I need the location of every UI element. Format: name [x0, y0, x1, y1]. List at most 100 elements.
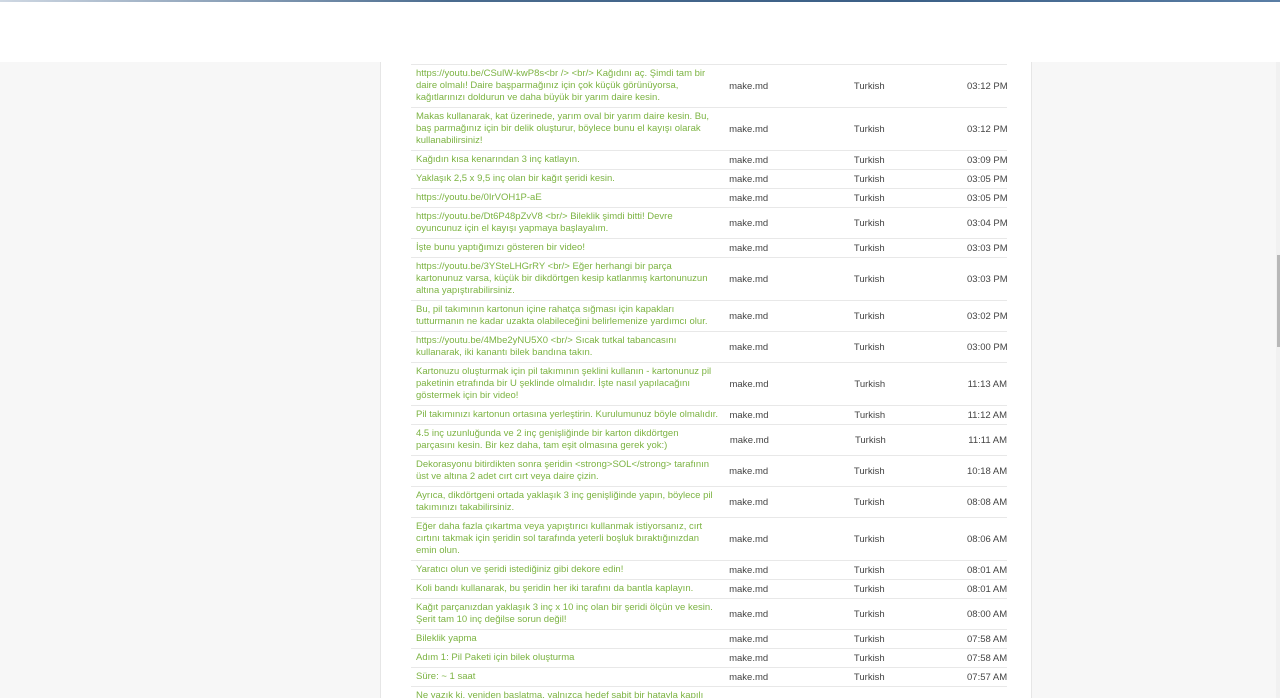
row-language: Turkish: [853, 608, 885, 620]
translations-table: kağıt hakkında endişe etmeyin.make.mdTur…: [411, 62, 1008, 698]
translations-panel: kağıt hakkında endişe etmeyin.make.mdTur…: [380, 62, 1032, 698]
row-source-text[interactable]: https://youtu.be/0IrVOH1P-aE: [411, 191, 723, 205]
table-row[interactable]: https://youtu.be/0IrVOH1P-aE make.md Turki…: [411, 189, 1008, 208]
row-time: 08:01 AM: [967, 564, 1008, 576]
row-source-text[interactable]: Süre: ~ 1 saat: [411, 670, 723, 684]
table-row[interactable]: Yaklaşık 2,5 x 9,5 inç olan bir kağıt şe…: [411, 170, 1008, 189]
row-file-name: make.md: [729, 633, 769, 645]
row-source-text[interactable]: Makas kullanarak, kat üzerinede, yarım o…: [411, 110, 723, 148]
table-row[interactable]: Yaratıcı olun ve şeridi istediğiniz gibi…: [411, 561, 1007, 580]
row-language: Turkish: [853, 310, 885, 322]
row-source-text[interactable]: https://youtu.be/CSulW-kwP8s<br /> <br/>…: [411, 67, 723, 105]
row-source-text[interactable]: Kartonuzu oluşturmak için pil takımının …: [411, 365, 723, 403]
row-time: 03:12 PM: [967, 123, 1008, 135]
row-file-name: make.md: [729, 533, 769, 545]
row-time: 11:13 AM: [967, 378, 1007, 390]
row-file-name: make.md: [729, 173, 769, 185]
row-language: Turkish: [854, 378, 886, 390]
table-row[interactable]: Ne yazık ki, yeniden başlatma, yalnızca …: [411, 687, 1007, 698]
row-file-name: make.md: [729, 671, 769, 683]
table-row[interactable]: https://youtu.be/Dt6P48pZvV8 <br/> Bilek…: [411, 208, 1008, 239]
row-source-text[interactable]: Ayrıca, dikdörtgeni ortada yaklaşık 3 in…: [411, 489, 723, 515]
row-language: Turkish: [853, 583, 885, 595]
table-row[interactable]: Adım 1: Pil Paketi için bilek oluşturma m…: [411, 649, 1007, 668]
row-file-name: make.md: [729, 154, 769, 166]
table-row[interactable]: Eğer daha fazla çıkartma veya yapıştırıc…: [411, 518, 1007, 561]
row-file-name: make.md: [729, 378, 769, 390]
row-source-text[interactable]: Yaratıcı olun ve şeridi istediğiniz gibi…: [411, 563, 723, 577]
table-row[interactable]: https://youtu.be/3YSteLHGrRY <br/> Eğer …: [411, 258, 1008, 301]
row-time: 08:06 AM: [967, 533, 1008, 545]
row-language: Turkish: [853, 154, 885, 166]
row-time: 03:04 PM: [967, 217, 1008, 229]
table-row[interactable]: https://youtu.be/CSulW-kwP8s<br /> <br/>…: [411, 65, 1008, 108]
row-source-text[interactable]: Dekorasyonu bitirdikten sonra şeridin <s…: [411, 458, 723, 484]
table-row[interactable]: Bu, pil takımının kartonun içine rahatça…: [411, 301, 1008, 332]
row-file-name: make.md: [729, 608, 769, 620]
row-language: Turkish: [854, 434, 886, 446]
row-source-text[interactable]: Pil takımınızı kartonun ortasına yerleşt…: [411, 408, 723, 422]
row-source-text[interactable]: Kağıdın kısa kenarından 3 inç katlayın.: [411, 153, 723, 167]
row-source-text[interactable]: Adım 1: Pil Paketi için bilek oluşturma: [411, 651, 723, 665]
row-source-text[interactable]: Bileklik yapma: [411, 632, 723, 646]
row-source-text[interactable]: Yaklaşık 2,5 x 9,5 inç olan bir kağıt şe…: [411, 172, 723, 186]
row-language: Turkish: [853, 652, 885, 664]
row-source-text[interactable]: Eğer daha fazla çıkartma veya yapıştırıc…: [411, 520, 723, 558]
table-row[interactable]: Makas kullanarak, kat üzerinede, yarım o…: [411, 108, 1008, 151]
row-language: Turkish: [853, 80, 885, 92]
row-source-text[interactable]: Ne yazık ki, yeniden başlatma, yalnızca …: [411, 689, 723, 698]
row-file-name: make.md: [729, 80, 769, 92]
row-file-name: make.md: [729, 273, 769, 285]
table-row[interactable]: Süre: ~ 1 saat make.md Turkish 07:57 AM: [411, 668, 1007, 687]
row-source-text[interactable]: 4.5 inç uzunluğunda ve 2 inç genişliğind…: [411, 427, 724, 453]
row-language: Turkish: [853, 465, 885, 477]
row-time: 10:18 AM: [967, 465, 1008, 477]
row-source-text[interactable]: https://youtu.be/Dt6P48pZvV8 <br/> Bilek…: [411, 210, 723, 236]
row-time: 08:01 AM: [967, 583, 1008, 595]
row-file-name: make.md: [729, 564, 769, 576]
row-file-name: make.md: [729, 123, 769, 135]
row-language: Turkish: [853, 633, 885, 645]
row-source-text[interactable]: Koli bandı kullanarak, bu şeridin her ik…: [411, 582, 723, 596]
row-file-name: make.md: [729, 242, 769, 254]
row-file-name: make.md: [729, 341, 769, 353]
row-source-text[interactable]: Kağıt parçanızdan yaklaşık 3 inç x 10 in…: [411, 601, 723, 627]
row-time: 08:00 AM: [967, 608, 1008, 620]
row-time: 03:12 PM: [967, 80, 1008, 92]
table-row[interactable]: Kağıdın kısa kenarından 3 inç katlayın. m…: [411, 151, 1008, 170]
table-row[interactable]: Kartonuzu oluşturmak için pil takımının …: [411, 363, 1007, 406]
row-time: 03:05 PM: [967, 192, 1008, 204]
row-time: 07:58 AM: [967, 652, 1008, 664]
row-file-name: make.md: [729, 217, 769, 229]
row-file-name: make.md: [729, 652, 769, 664]
row-time: 08:08 AM: [967, 496, 1008, 508]
row-file-name: make.md: [729, 310, 769, 322]
row-time: 03:02 PM: [967, 310, 1008, 322]
row-file-name: make.md: [729, 496, 769, 508]
table-row[interactable]: https://youtu.be/4Mbe2yNU5X0 <br/> Sıcak…: [411, 332, 1008, 363]
row-source-text[interactable]: https://youtu.be/4Mbe2yNU5X0 <br/> Sıcak…: [411, 334, 723, 360]
row-time: 03:00 PM: [967, 341, 1008, 353]
table-row[interactable]: Kağıt parçanızdan yaklaşık 3 inç x 10 in…: [411, 599, 1007, 630]
table-row[interactable]: İşte bunu yaptığımızı gösteren bir video…: [411, 239, 1008, 258]
row-source-text[interactable]: Bu, pil takımının kartonun içine rahatça…: [411, 303, 723, 329]
row-source-text[interactable]: https://youtu.be/3YSteLHGrRY <br/> Eğer …: [411, 260, 723, 298]
row-language: Turkish: [853, 242, 885, 254]
table-row[interactable]: Bileklik yapma make.md Turkish 07:58 AM: [411, 630, 1007, 649]
row-language: Turkish: [853, 123, 885, 135]
table-row[interactable]: Ayrıca, dikdörtgeni ortada yaklaşık 3 in…: [411, 487, 1007, 518]
table-row[interactable]: Pil takımınızı kartonun ortasına yerleşt…: [411, 406, 1007, 425]
row-source-text[interactable]: İşte bunu yaptığımızı gösteren bir video…: [411, 241, 723, 255]
row-time: 07:58 AM: [967, 633, 1008, 645]
row-time: 07:57 AM: [967, 671, 1008, 683]
scrollbar[interactable]: [1276, 62, 1280, 698]
row-file-name: make.md: [729, 409, 769, 421]
table-row[interactable]: 4.5 inç uzunluğunda ve 2 inç genişliğind…: [411, 425, 1007, 456]
row-language: Turkish: [853, 173, 885, 185]
table-row[interactable]: Koli bandı kullanarak, bu şeridin her ik…: [411, 580, 1007, 599]
row-time: 03:03 PM: [967, 273, 1008, 285]
page-header: [0, 2, 1280, 62]
table-row[interactable]: Dekorasyonu bitirdikten sonra şeridin <s…: [411, 456, 1007, 487]
row-time: 11:12 AM: [967, 409, 1007, 421]
row-language: Turkish: [853, 496, 885, 508]
